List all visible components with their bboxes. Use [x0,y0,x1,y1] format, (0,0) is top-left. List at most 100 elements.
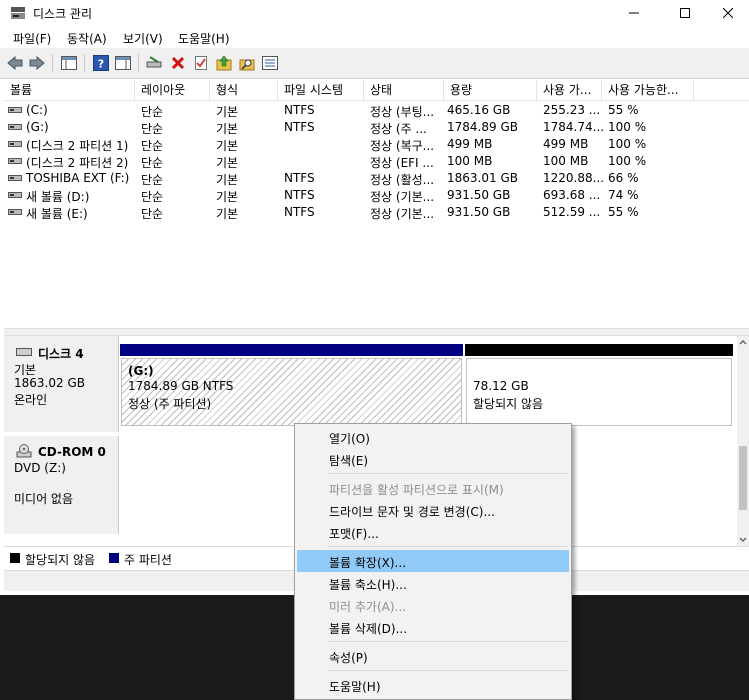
volume-status: 정상 (EFI ... [370,156,434,170]
show-hide-action-pane-button[interactable] [114,54,132,72]
properties-button[interactable] [192,54,210,72]
volume-status: 정상 (기본... [370,190,435,204]
menu-item-label: 미러 추가(A)... [329,600,406,614]
minimize-button[interactable] [611,0,657,26]
folder-search-icon [239,59,255,71]
menu-item-shrink-volume[interactable]: 볼륨 축소(H)... [297,572,569,594]
menu-item-properties[interactable]: 속성(P) [297,645,569,667]
delete-button[interactable] [169,54,187,72]
cdrom-0-info[interactable]: CD-ROM 0 DVD (Z:) 미디어 없음 [4,436,119,534]
forward-button[interactable] [28,54,46,72]
scroll-down-icon[interactable] [739,537,747,543]
unallocated-status: 할당되지 않음 [473,397,544,411]
volume-row[interactable]: (G:) 단순 기본 NTFS 정상 (주 ... 1784.89 GB 178… [4,119,749,136]
disk-4-info[interactable]: 디스크 4 기본 1863.02 GB 온라인 [4,336,119,432]
close-icon [723,8,733,18]
scroll-thumb[interactable] [739,446,747,510]
title-bar[interactable]: 디스크 관리 [0,0,749,26]
back-button[interactable] [6,54,24,72]
volume-name: 새 볼륨 (D:) [26,190,90,204]
svg-text:?: ? [98,58,104,71]
checklist-icon [195,56,207,70]
column-type[interactable]: 형식 [210,80,278,100]
up-folder-button[interactable] [215,54,233,72]
column-file-system[interactable]: 파일 시스템 [278,80,364,100]
maximize-button[interactable] [662,0,708,26]
volume-type: 기본 [216,122,239,136]
cdrom-0-status: 미디어 없음 [14,492,74,506]
unallocated-size: 78.12 GB [473,379,529,393]
partition-g[interactable]: (G:) 1784.89 GB NTFS 정상 (주 파티션) [121,358,462,426]
cdrom-0-name: CD-ROM 0 [38,445,106,459]
volume-row[interactable]: 새 볼륨 (D:) 단순 기본 NTFS 정상 (기본... 931.50 GB… [4,187,749,204]
menu-file[interactable]: 파일(F) [13,30,51,47]
menu-item-explore[interactable]: 탐색(E) [297,448,569,470]
column-percent-free[interactable]: 사용 가능한... [602,80,694,100]
minimize-icon [629,12,639,14]
close-button[interactable] [705,0,749,26]
column-free-space[interactable]: 사용 가... [537,80,602,100]
help-question-icon: ? [93,55,109,71]
volume-name: (디스크 2 파티션 2) [26,156,129,170]
menu-item-label: 탐색(E) [329,454,369,468]
volume-name: (G:) [26,120,49,134]
unallocated-bar [465,344,733,356]
drive-icon [8,158,22,164]
menu-item-label: 도움말(H) [329,680,381,694]
help-button[interactable]: ? [92,54,110,72]
volume-row[interactable]: (디스크 2 파티션 2) 단순 기본 정상 (EFI ... 100 MB 1… [4,153,749,170]
menu-item-open[interactable]: 열기(O) [297,426,569,448]
column-volume[interactable]: 볼륨 [4,80,135,100]
menu-item-change-drive-letter[interactable]: 드라이브 문자 및 경로 변경(C)... [297,499,569,521]
column-status[interactable]: 상태 [364,80,444,100]
volume-row[interactable]: TOSHIBA EXT (F:) 단순 기본 NTFS 정상 (활성... 18… [4,170,749,187]
search-folder-button[interactable] [238,54,256,72]
partition-g-status: 정상 (주 파티션) [128,397,212,411]
menu-action[interactable]: 동작(A) [67,30,107,47]
menu-item-format[interactable]: 포맷(F)... [297,521,569,543]
volume-list: 볼륨 레이아웃 형식 파일 시스템 상태 용량 사용 가... 사용 가능한..… [4,80,749,328]
window-title: 디스크 관리 [33,7,93,21]
menu-help[interactable]: 도움말(H) [178,30,230,47]
volume-name: 새 볼륨 (E:) [26,207,88,221]
menu-item-delete-volume[interactable]: 볼륨 삭제(D)... [297,616,569,638]
volume-free-space: 693.68 ... [543,188,601,202]
menu-item-mark-active: 파티션을 활성 파티션으로 표시(M) [297,477,569,499]
volume-type: 기본 [216,173,239,187]
menu-separator [327,473,567,474]
volume-free-space: 255.23 ... [543,103,601,117]
menu-item-label: 포맷(F)... [329,527,379,541]
column-layout[interactable]: 레이아웃 [135,80,210,100]
graphical-view-scrollbar[interactable] [737,336,749,546]
drive-icon [8,141,22,147]
menu-item-extend-volume[interactable]: 볼륨 확장(X)... [297,550,569,572]
volume-type: 기본 [216,139,239,153]
volume-percent-free: 100 % [608,154,647,168]
unallocated-space[interactable]: 78.12 GB 할당되지 않음 [466,358,732,426]
volume-row[interactable]: 새 볼륨 (E:) 단순 기본 NTFS 정상 (기본... 931.50 GB… [4,204,749,221]
menu-view[interactable]: 보기(V) [123,30,163,47]
volume-capacity: 1784.89 GB [447,120,518,134]
volume-free-space: 1220.88... [543,171,605,185]
details-view-button[interactable] [261,54,279,72]
volume-free-space: 1784.74... [543,120,605,134]
show-hide-console-tree-button[interactable] [60,54,78,72]
menu-separator [327,546,567,547]
partition-g-label: (G:) [128,364,154,378]
menu-bar: 파일(F) 동작(A) 보기(V) 도움말(H) [0,26,749,48]
pane-splitter[interactable] [4,328,749,336]
volume-list-header: 볼륨 레이아웃 형식 파일 시스템 상태 용량 사용 가... 사용 가능한..… [4,80,749,101]
scroll-up-icon[interactable] [739,339,747,345]
volume-file-system: NTFS [284,205,315,219]
volume-row[interactable]: (C:) 단순 기본 NTFS 정상 (부팅... 465.16 GB 255.… [4,102,749,119]
connect-virtual-disk-button[interactable] [145,54,163,72]
volume-row[interactable]: (디스크 2 파티션 1) 단순 기본 정상 (복구... 499 MB 499… [4,136,749,153]
menu-item-add-mirror: 미러 추가(A)... [297,594,569,616]
volume-status: 정상 (주 ... [370,122,427,136]
context-menu: 열기(O) 탐색(E) 파티션을 활성 파티션으로 표시(M) 드라이브 문자 … [294,423,572,700]
column-capacity[interactable]: 용량 [444,80,537,100]
drive-icon [8,124,22,130]
volume-type: 기본 [216,207,239,221]
menu-item-help[interactable]: 도움말(H) [297,674,569,696]
volume-name: (디스크 2 파티션 1) [26,139,129,153]
